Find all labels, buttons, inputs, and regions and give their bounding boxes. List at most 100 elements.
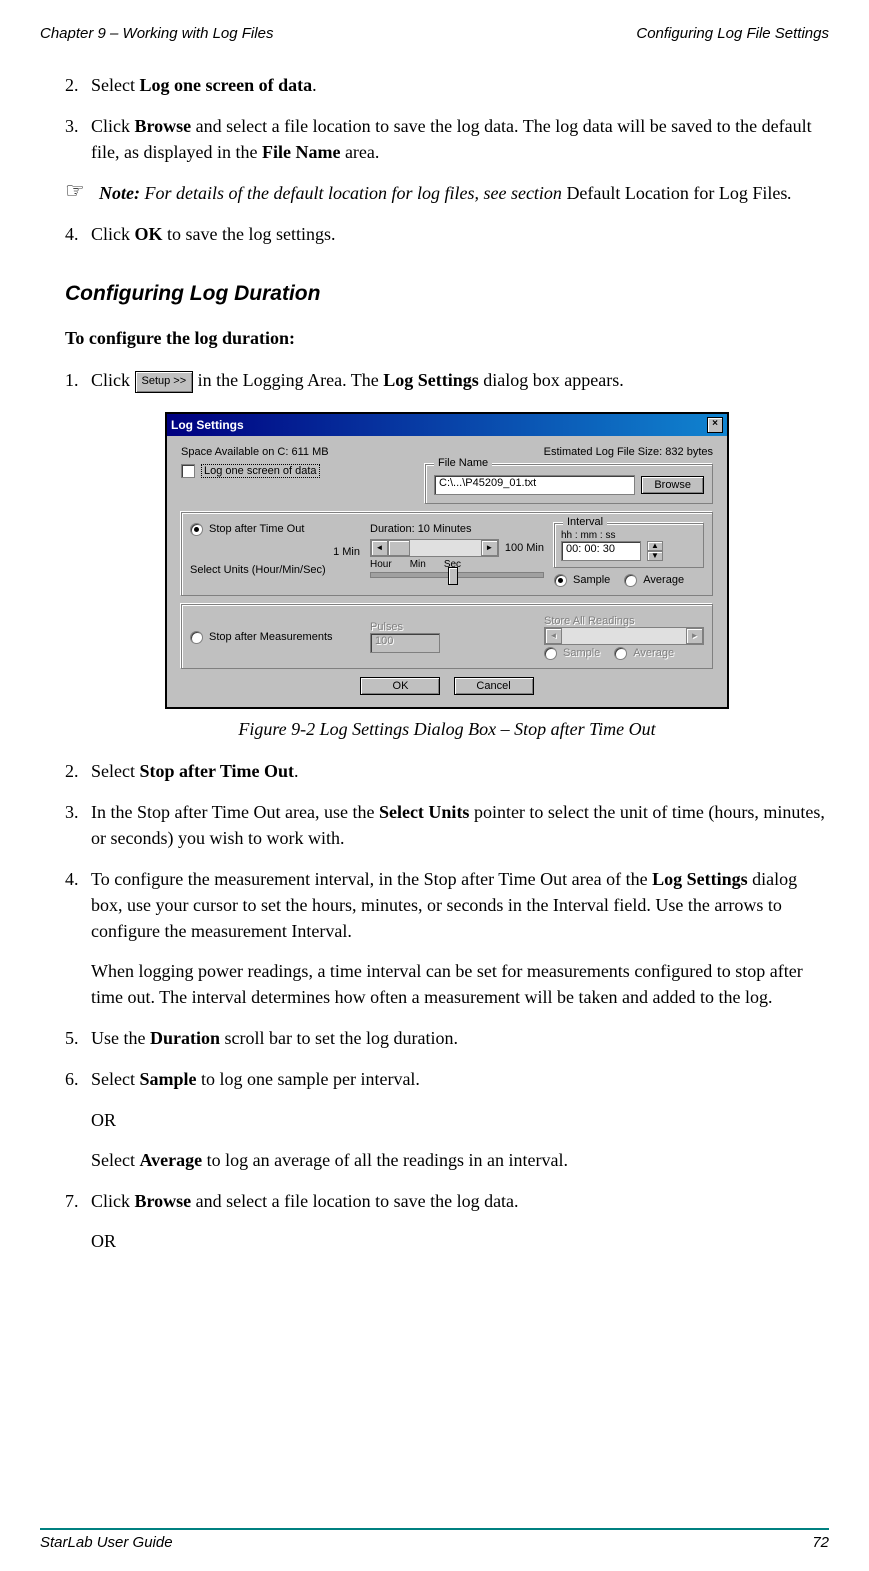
- bold-text: Duration: [150, 1028, 220, 1048]
- step-bottom-4: 4. To configure the measurement interval…: [65, 866, 829, 1010]
- bold-text: Stop after Time Out: [139, 761, 294, 781]
- estimated-size-text: Estimated Log File Size: 832 bytes: [544, 446, 713, 458]
- text: Select: [91, 75, 139, 95]
- step-top-4: 4. Click OK to save the log settings.: [65, 221, 829, 247]
- step-number: 3.: [65, 799, 91, 851]
- step-bottom-7: 7. Click Browse and select a file locati…: [65, 1188, 829, 1254]
- average-radio[interactable]: [624, 574, 637, 587]
- log-settings-dialog: Log Settings × Space Available on C: 611…: [165, 412, 729, 709]
- step-body: Click Setup >> in the Logging Area. The …: [91, 367, 829, 393]
- sub-heading: To configure the log duration:: [65, 328, 829, 349]
- bold-text: Log Settings: [652, 869, 748, 889]
- sample-radio[interactable]: [554, 574, 567, 587]
- section-heading: Configuring Log Duration: [65, 282, 829, 306]
- average-label: Average: [643, 574, 684, 586]
- footer-left: StarLab User Guide: [40, 1534, 173, 1551]
- bold-text: Log one screen of data: [139, 75, 312, 95]
- average-radio-disabled: [614, 647, 627, 660]
- text: to save the log settings.: [163, 224, 336, 244]
- duration-scrollbar[interactable]: ◄ ►: [370, 539, 499, 557]
- text: To configure the measurement interval, i…: [91, 869, 652, 889]
- bold-text: Sample: [139, 1069, 196, 1089]
- min-label: Min: [410, 559, 426, 570]
- filename-group-label: File Name: [434, 457, 492, 469]
- units-slider[interactable]: [370, 572, 544, 578]
- pulses-field: 100: [370, 633, 440, 653]
- store-all-label: Store All Readings: [544, 615, 704, 627]
- text: Click: [91, 370, 135, 390]
- text: Click: [91, 1191, 135, 1211]
- scroll-left-icon[interactable]: ◄: [371, 540, 388, 556]
- bold-text: Browse: [135, 116, 192, 136]
- scroll-right-icon: ►: [686, 628, 703, 644]
- step-body: To configure the measurement interval, i…: [91, 866, 829, 1010]
- text: Select: [91, 1069, 139, 1089]
- text: .: [294, 761, 299, 781]
- step-bottom-6: 6. Select Sample to log one sample per i…: [65, 1066, 829, 1172]
- hour-label: Hour: [370, 559, 392, 570]
- spinner-down-icon[interactable]: ▼: [647, 551, 663, 561]
- bold-text: Browse: [135, 1191, 192, 1211]
- log-one-screen-checkbox[interactable]: [181, 464, 195, 478]
- interval-group-label: Interval: [563, 516, 607, 528]
- step-body: Click Browse and select a file location …: [91, 113, 829, 165]
- interval-format-label: hh : mm : ss: [561, 530, 697, 541]
- bold-text: File Name: [262, 142, 340, 162]
- close-icon[interactable]: ×: [707, 417, 723, 433]
- note-label: Note:: [99, 183, 140, 203]
- text: In the Stop after Time Out area, use the: [91, 802, 379, 822]
- cancel-button[interactable]: Cancel: [454, 677, 534, 695]
- step-number: 4.: [65, 221, 91, 247]
- sample-label: Sample: [573, 574, 610, 586]
- text: Click: [91, 116, 135, 136]
- step-bottom-5: 5. Use the Duration scroll bar to set th…: [65, 1025, 829, 1051]
- text: to log an average of all the readings in…: [202, 1150, 568, 1170]
- ok-button[interactable]: OK: [360, 677, 440, 695]
- text: Use the: [91, 1028, 150, 1048]
- interval-field[interactable]: 00: 00: 30: [561, 541, 641, 561]
- dialog-title: Log Settings: [171, 418, 244, 432]
- hundred-min-label: 100 Min: [505, 542, 544, 554]
- step-bottom-2: 2. Select Stop after Time Out.: [65, 758, 829, 784]
- one-min-label: 1 Min: [333, 546, 360, 558]
- step-4-subtext: When logging power readings, a time inte…: [91, 958, 829, 1010]
- pulses-label: Pulses: [370, 621, 534, 633]
- browse-button[interactable]: Browse: [641, 476, 704, 494]
- step-number: 2.: [65, 72, 91, 98]
- log-one-screen-label: Log one screen of data: [201, 464, 320, 478]
- page-footer: StarLab User Guide 72: [40, 1528, 829, 1551]
- bold-text: OK: [135, 224, 163, 244]
- text: scroll bar to set the log duration.: [220, 1028, 458, 1048]
- step-bottom-3: 3. In the Stop after Time Out area, use …: [65, 799, 829, 851]
- slider-thumb[interactable]: [448, 567, 458, 585]
- bold-text: Average: [139, 1150, 202, 1170]
- filename-field[interactable]: C:\...\P45209_01.txt: [434, 475, 635, 495]
- step-body: In the Stop after Time Out area, use the…: [91, 799, 829, 851]
- select-units-label: Select Units (Hour/Min/Sec): [190, 564, 360, 576]
- figure-log-settings: Log Settings × Space Available on C: 611…: [65, 412, 829, 709]
- text: and select a file location to save the l…: [91, 116, 812, 162]
- stop-after-timeout-group: Stop after Time Out 1 Min Select Units (…: [181, 512, 713, 596]
- spinner-up-icon[interactable]: ▲: [647, 541, 663, 551]
- page-header: Chapter 9 – Working with Log Files Confi…: [40, 25, 829, 42]
- step-body: Select Stop after Time Out.: [91, 758, 829, 784]
- scroll-thumb[interactable]: [388, 540, 410, 556]
- figure-caption: Figure 9-2 Log Settings Dialog Box – Sto…: [65, 719, 829, 740]
- text: Default Location for Log Files: [566, 183, 787, 203]
- step-number: 6.: [65, 1066, 91, 1172]
- text: Select: [91, 1150, 139, 1170]
- stop-after-measurements-radio[interactable]: [190, 631, 203, 644]
- scroll-right-icon[interactable]: ►: [481, 540, 498, 556]
- step-number: 3.: [65, 113, 91, 165]
- text: .: [787, 183, 792, 203]
- note-row: ☞ Note: For details of the default locat…: [65, 180, 829, 206]
- sample-label-disabled: Sample: [563, 647, 600, 659]
- or-text: OR: [91, 1228, 829, 1254]
- bold-text: Select Units: [379, 802, 469, 822]
- step-1: 1. Click Setup >> in the Logging Area. T…: [65, 367, 829, 393]
- step-number: 2.: [65, 758, 91, 784]
- duration-label: Duration: 10 Minutes: [370, 523, 544, 535]
- stop-after-timeout-radio[interactable]: [190, 523, 203, 536]
- step-body: Select Log one screen of data.: [91, 72, 829, 98]
- or-text: OR: [91, 1107, 829, 1133]
